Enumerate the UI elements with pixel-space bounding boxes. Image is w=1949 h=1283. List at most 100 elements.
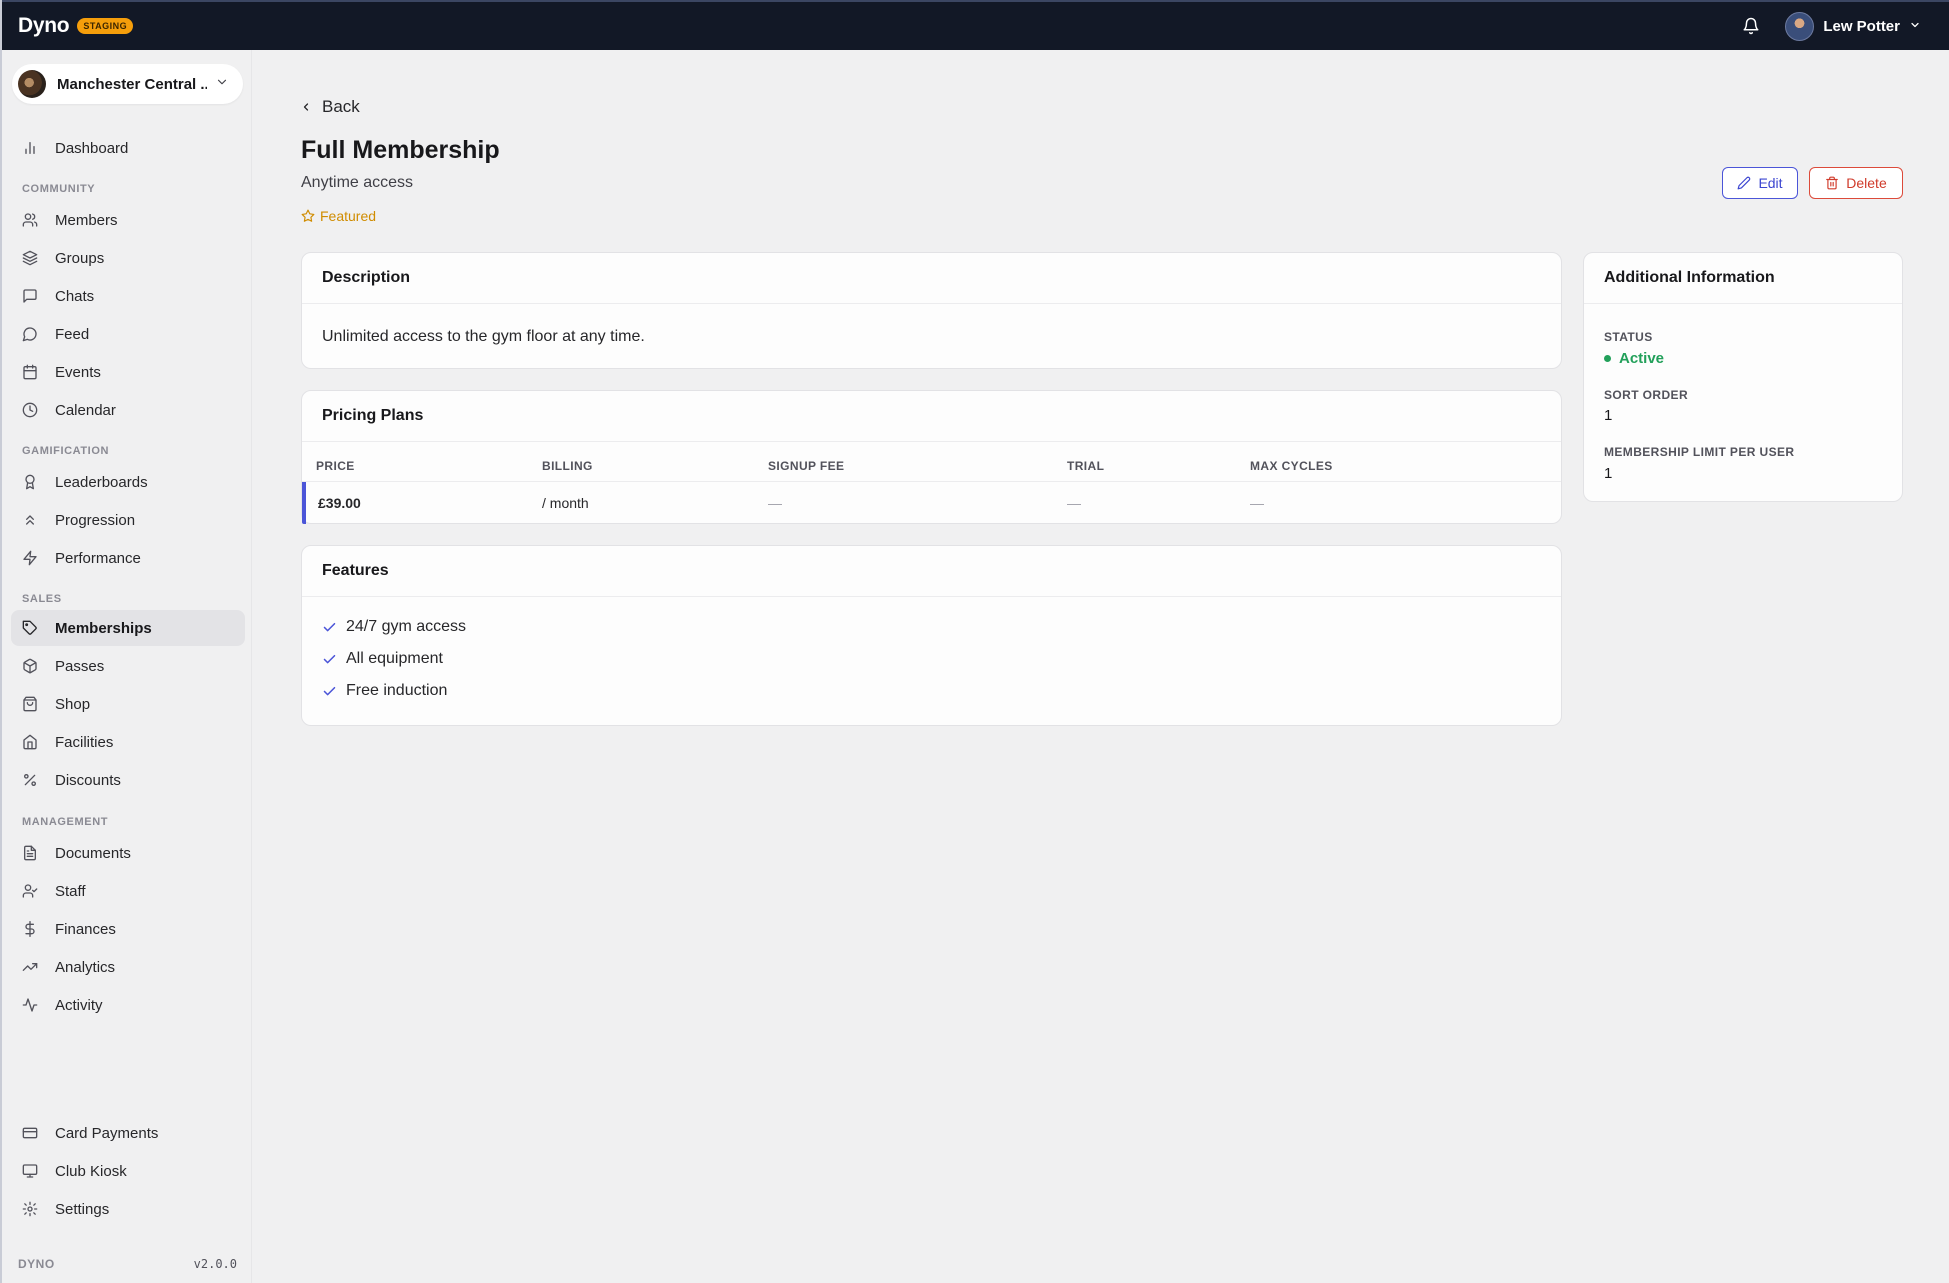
column-header-trial: TRIAL	[1067, 459, 1105, 473]
sidebar-item-facilities[interactable]: Facilities	[11, 724, 245, 760]
user-check-icon	[22, 884, 38, 898]
billing-cell: / month	[542, 495, 589, 511]
list-item: Free induction	[322, 682, 447, 700]
sidebar-item-label: Passes	[55, 657, 105, 675]
delete-button[interactable]: Delete	[1809, 167, 1903, 199]
sidebar: Manchester Central ... Dashboard COMMUNI…	[2, 50, 252, 1283]
sidebar-item-card-payments[interactable]: Card Payments	[11, 1115, 245, 1151]
shopping-bag-icon	[23, 696, 37, 712]
status-badge: Active	[1604, 350, 1664, 367]
trending-up-icon	[22, 963, 38, 971]
clock-icon	[22, 402, 38, 418]
sidebar-item-memberships[interactable]: Memberships	[11, 610, 245, 646]
user-name: Lew Potter	[1823, 17, 1900, 35]
feature-label: Free induction	[346, 682, 448, 699]
section-gamification: GAMIFICATION	[22, 445, 110, 457]
club-switcher[interactable]: Manchester Central ...	[12, 64, 243, 104]
sidebar-item-label: Groups	[55, 249, 105, 267]
users-icon	[22, 213, 38, 227]
back-link[interactable]: Back	[300, 97, 360, 117]
edit-button[interactable]: Edit	[1722, 167, 1798, 199]
featured-label: Featured	[320, 208, 377, 224]
featured-badge: Featured	[301, 208, 376, 224]
sidebar-item-performance[interactable]: Performance	[11, 540, 245, 576]
trial-cell: —	[1067, 495, 1081, 511]
sidebar-item-passes[interactable]: Passes	[11, 648, 245, 684]
sidebar-item-label: Feed	[55, 325, 90, 343]
table-row[interactable]: £39.00 / month — — —	[302, 481, 1561, 524]
sidebar-item-calendar[interactable]: Calendar	[11, 392, 245, 428]
environment-badge: STAGING	[77, 18, 134, 34]
section-management: MANAGEMENT	[22, 816, 109, 828]
check-icon	[323, 654, 336, 663]
app-version: v2.0.0	[193, 1257, 237, 1271]
additional-info-heading: Additional Information	[1584, 253, 1902, 304]
sidebar-item-events[interactable]: Events	[11, 354, 245, 390]
package-icon	[23, 658, 37, 674]
credit-card-icon	[22, 1127, 38, 1139]
sidebar-item-groups[interactable]: Groups	[11, 240, 245, 276]
percent-icon	[24, 774, 36, 786]
sidebar-item-label: Card Payments	[55, 1124, 159, 1142]
sidebar-item-label: Settings	[55, 1200, 110, 1218]
sidebar-item-chats[interactable]: Chats	[11, 278, 245, 314]
bar-chart-icon	[25, 142, 35, 154]
list-item: 24/7 gym access	[322, 618, 466, 636]
app-logo[interactable]: Dyno	[18, 14, 70, 38]
sort-order-value: 1	[1604, 407, 1613, 424]
message-circle-icon	[22, 327, 37, 342]
sidebar-item-label: Progression	[55, 511, 136, 529]
file-text-icon	[24, 845, 36, 861]
sidebar-item-documents[interactable]: Documents	[11, 835, 245, 871]
delete-label: Delete	[1846, 175, 1887, 191]
sidebar-item-staff[interactable]: Staff	[11, 873, 245, 909]
pricing-heading: Pricing Plans	[302, 391, 1561, 442]
sidebar-item-label: Events	[55, 363, 101, 381]
club-name: Manchester Central ...	[57, 75, 207, 93]
sidebar-item-leaderboards[interactable]: Leaderboards	[11, 464, 245, 500]
sidebar-item-dashboard[interactable]: Dashboard	[11, 130, 245, 166]
pencil-icon	[1738, 176, 1751, 190]
check-icon	[323, 686, 336, 695]
check-icon	[323, 622, 336, 631]
sidebar-item-progression[interactable]: Progression	[11, 502, 245, 538]
sidebar-item-activity[interactable]: Activity	[11, 987, 245, 1023]
home-icon	[23, 734, 37, 750]
sidebar-item-discounts[interactable]: Discounts	[11, 762, 245, 798]
edit-label: Edit	[1758, 175, 1783, 191]
footer-brand: DYNO	[18, 1257, 55, 1271]
status-value: Active	[1619, 350, 1665, 367]
monitor-icon	[22, 1164, 38, 1178]
column-header-signup-fee: SIGNUP FEE	[768, 459, 845, 473]
sidebar-item-label: Dashboard	[55, 139, 129, 157]
section-community: COMMUNITY	[22, 183, 96, 195]
user-avatar	[1785, 11, 1815, 41]
description-card: Description Unlimited access to the gym …	[301, 252, 1562, 369]
activity-icon	[22, 998, 38, 1012]
notifications-bell-icon[interactable]	[1739, 14, 1763, 38]
star-icon	[301, 209, 315, 222]
chevron-down-icon	[215, 75, 229, 94]
chevron-left-icon	[303, 103, 309, 111]
sidebar-item-label: Staff	[55, 882, 86, 900]
section-sales: SALES	[22, 593, 62, 605]
column-header-billing: BILLING	[542, 459, 593, 473]
sort-order-label: SORT ORDER	[1604, 388, 1689, 402]
feature-label: 24/7 gym access	[346, 618, 467, 635]
trash-icon	[1826, 176, 1839, 190]
sidebar-item-members[interactable]: Members	[11, 202, 245, 238]
sidebar-item-club-kiosk[interactable]: Club Kiosk	[11, 1153, 245, 1189]
sidebar-item-feed[interactable]: Feed	[11, 316, 245, 352]
award-icon	[25, 474, 35, 490]
sidebar-item-label: Analytics	[55, 958, 116, 976]
sidebar-item-settings[interactable]: Settings	[11, 1191, 245, 1227]
user-menu[interactable]: Lew Potter	[1785, 11, 1921, 41]
sidebar-item-label: Members	[55, 211, 118, 229]
sidebar-item-label: Shop	[55, 695, 91, 713]
features-heading: Features	[302, 546, 1561, 597]
tag-icon	[22, 620, 37, 635]
sidebar-item-shop[interactable]: Shop	[11, 686, 245, 722]
sidebar-item-analytics[interactable]: Analytics	[11, 949, 245, 985]
page-title: Full Membership	[301, 136, 500, 164]
sidebar-item-finances[interactable]: Finances	[11, 911, 245, 947]
